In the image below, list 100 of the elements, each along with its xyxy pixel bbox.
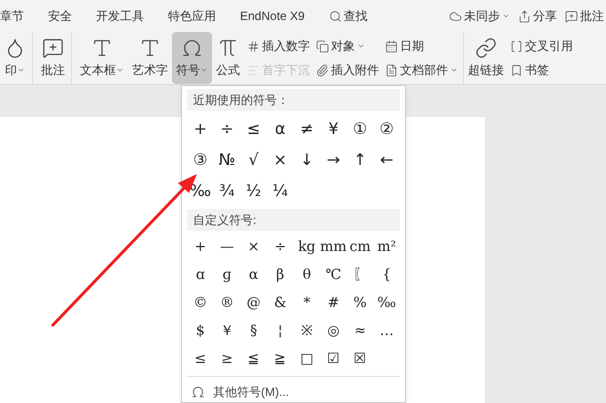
symbol-item[interactable]: ‰	[187, 175, 214, 206]
ribbon-button[interactable]: 日期	[385, 37, 458, 55]
caret-icon	[502, 12, 510, 20]
symbol-item[interactable]: %	[346, 289, 374, 317]
document-icon	[385, 64, 398, 76]
symbol-item[interactable]: {	[373, 261, 400, 289]
symbol-item[interactable]: ¾	[214, 175, 240, 206]
calendar-icon	[385, 40, 398, 52]
symbol-item[interactable]: 〖	[346, 261, 374, 289]
menu-item[interactable]: 其他符号(M)...	[187, 377, 400, 403]
symbol-item[interactable]: —	[214, 233, 240, 261]
menu-tab[interactable]: 查找	[328, 7, 368, 25]
symbol-item[interactable]: $	[187, 317, 214, 345]
symbol-item[interactable]: §	[240, 317, 267, 345]
symbol-item[interactable]: …	[373, 317, 400, 345]
menu-tab[interactable]: 章节	[0, 7, 24, 25]
symbol-item[interactable]: ≤	[187, 345, 214, 373]
menu-tab[interactable]: 特色应用	[168, 7, 216, 25]
symbol-item[interactable]: ½	[240, 175, 267, 206]
cloud-icon	[449, 10, 462, 22]
symbol-item[interactable]: №	[214, 144, 240, 175]
ribbon-button[interactable]: 超链接	[464, 32, 508, 84]
symbol-item[interactable]: mm	[320, 233, 347, 261]
symbol-item[interactable]: ←	[373, 144, 400, 175]
symbol-item[interactable]: ①	[346, 113, 374, 144]
ribbon-button[interactable]: 艺术字	[128, 32, 172, 84]
section-title: 自定义符号:	[187, 209, 400, 231]
menu-tab[interactable]: 开发工具	[96, 7, 144, 25]
symbol-item[interactable]: β	[266, 261, 294, 289]
symbol-item[interactable]: ③	[187, 144, 214, 175]
symbol-item[interactable]: □	[294, 345, 320, 373]
link-icon	[475, 37, 497, 59]
ribbon-button[interactable]: 插入数字	[247, 37, 310, 55]
symbol-item[interactable]: ×	[266, 144, 294, 175]
bookmark-icon	[510, 64, 523, 76]
symbol-item[interactable]: ≠	[294, 113, 320, 144]
ribbon-button[interactable]: 批注	[37, 32, 69, 84]
symbol-item[interactable]: &	[266, 289, 294, 317]
caret-icon	[116, 66, 124, 74]
symbol-item[interactable]: ≤	[240, 113, 267, 144]
symbol-item[interactable]: ≦	[240, 345, 267, 373]
symbol-item[interactable]: m²	[373, 233, 400, 261]
ribbon-button[interactable]: 文档部件	[385, 61, 458, 79]
symbol-item[interactable]: ℃	[320, 261, 347, 289]
symbol-item[interactable]: ×	[240, 233, 267, 261]
symbol-item[interactable]: ↑	[346, 144, 374, 175]
symbol-item[interactable]: ÷	[266, 233, 294, 261]
symbol-item[interactable]: *	[294, 289, 320, 317]
symbol-item[interactable]: √	[240, 144, 267, 175]
symbol-item[interactable]: ②	[373, 113, 400, 144]
symbol-item[interactable]: ɡ	[214, 261, 240, 289]
ribbon-button[interactable]: 文本框	[76, 32, 128, 84]
ribbon-button[interactable]: 交叉引用	[510, 37, 573, 55]
symbol-item[interactable]: cm	[346, 233, 374, 261]
symbol-item[interactable]: ©	[187, 289, 214, 317]
symbol-item[interactable]: θ	[294, 261, 320, 289]
symbol-item[interactable]: ↓	[294, 144, 320, 175]
paperclip-icon	[316, 64, 329, 76]
symbol-item[interactable]: α	[240, 261, 267, 289]
letter-icon	[139, 37, 161, 59]
ribbon-button[interactable]: 印	[0, 32, 30, 84]
symbol-item[interactable]: ≈	[346, 317, 374, 345]
section-title: 近期使用的符号：	[187, 89, 400, 111]
symbol-item[interactable]: ※	[294, 317, 320, 345]
symbol-item[interactable]: +	[187, 113, 214, 144]
ribbon-button[interactable]: 公式	[212, 32, 244, 84]
menu-tab[interactable]: EndNote X9	[240, 7, 305, 25]
symbol-item[interactable]: ÷	[214, 113, 240, 144]
symbol-item[interactable]: ®	[214, 289, 240, 317]
symbol-item[interactable]: kg	[294, 233, 320, 261]
menu-tab[interactable]: 安全	[48, 7, 72, 25]
symbol-item[interactable]: ≥	[214, 345, 240, 373]
toolbar-button[interactable]: 批注	[565, 7, 604, 25]
symbol-item[interactable]: ☑	[320, 345, 347, 373]
symbol-item[interactable]: #	[320, 289, 347, 317]
symbol-item[interactable]: @	[240, 289, 267, 317]
caret-icon	[450, 66, 458, 74]
symbol-item[interactable]: ‰	[373, 289, 400, 317]
symbol-item[interactable]: ¥	[320, 113, 347, 144]
ribbon-button[interactable]: 插入附件	[316, 61, 379, 79]
symbol-item[interactable]: ¼	[266, 175, 294, 206]
ribbon-button[interactable]: 符号	[172, 32, 212, 84]
symbol-item[interactable]: +	[187, 233, 214, 261]
text-box-icon	[91, 37, 113, 59]
symbol-item[interactable]: α	[266, 113, 294, 144]
symbol-item[interactable]: →	[320, 144, 347, 175]
caret-icon	[357, 42, 365, 50]
symbol-item[interactable]: ￥	[214, 317, 240, 345]
ribbon-button[interactable]: 书签	[510, 61, 573, 79]
symbol-item[interactable]: ¦	[266, 317, 294, 345]
symbol-item[interactable]: ≧	[266, 345, 294, 373]
symbol-item[interactable]: ◎	[320, 317, 347, 345]
symbol-item[interactable]: ɑ	[187, 261, 214, 289]
ribbon-button[interactable]: 对象	[316, 37, 379, 55]
share-icon	[518, 10, 531, 22]
toolbar-button[interactable]: 未同步	[449, 7, 510, 25]
pi-icon	[217, 37, 239, 59]
toolbar-button[interactable]: 分享	[518, 7, 557, 25]
caret-icon	[17, 66, 25, 74]
symbol-item[interactable]: ☒	[346, 345, 374, 373]
